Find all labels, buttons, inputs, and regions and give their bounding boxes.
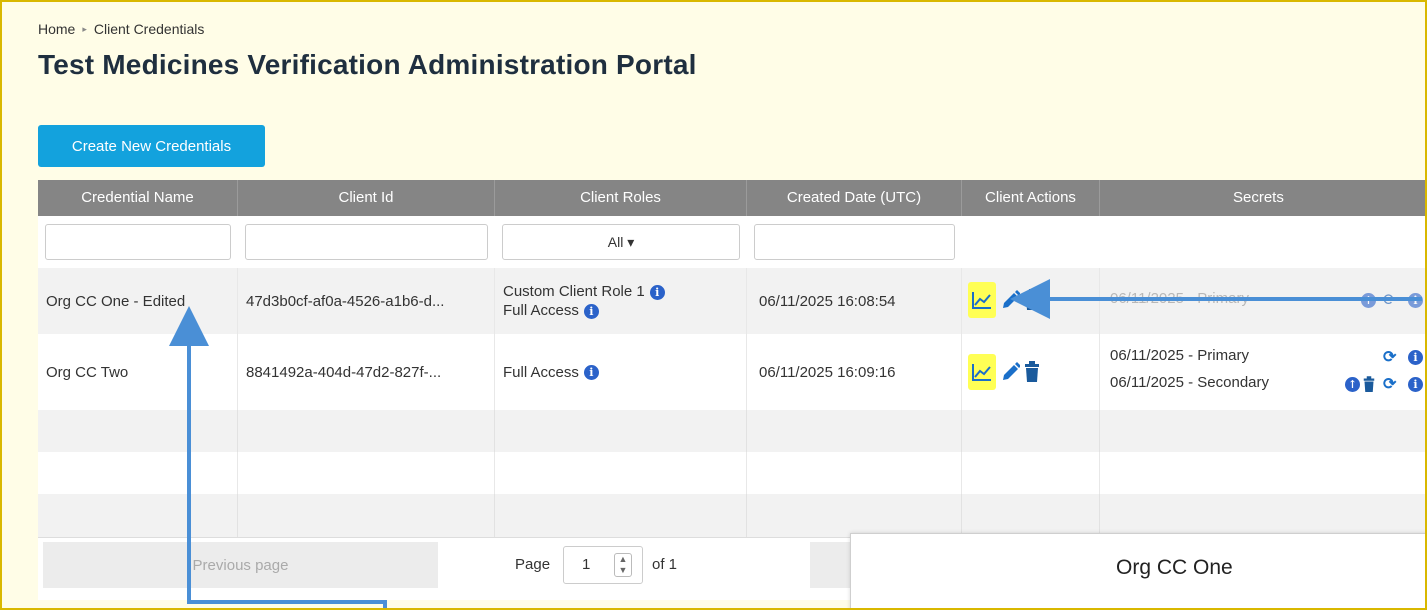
arrow-to-edited-name [169,306,387,608]
annotation-arrows [169,279,1422,608]
screenshot-frame: Home ▸ Client Credentials Test Medicines… [0,0,1427,610]
